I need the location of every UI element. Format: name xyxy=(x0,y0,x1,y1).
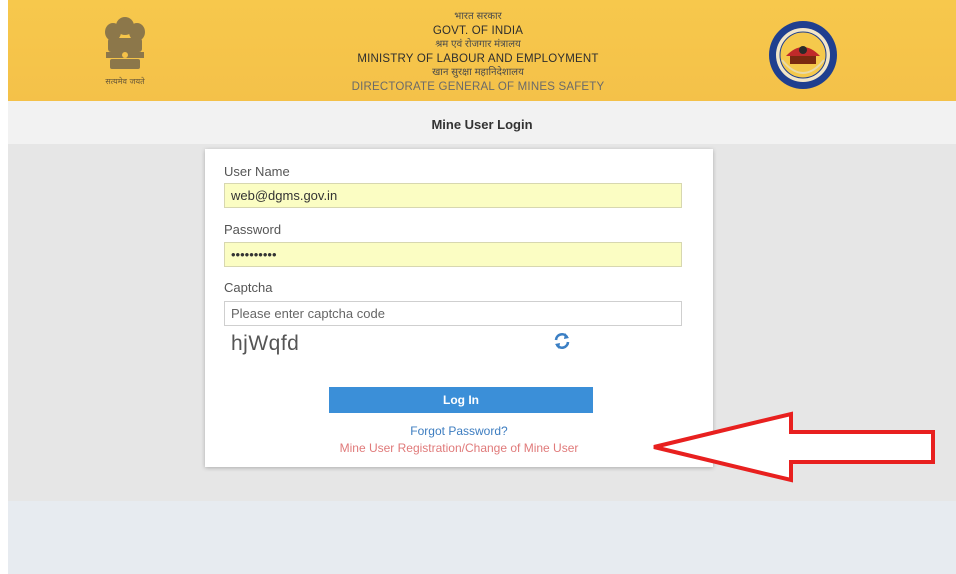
footer-band xyxy=(8,501,956,574)
ministry-heading: भारत सरकार GOVT. OF INDIA श्रम एवं रोजगा… xyxy=(308,10,648,94)
site-header: सत्यमेव जयते भारत सरकार GOVT. OF INDIA श… xyxy=(8,0,956,101)
hindi-line-1: भारत सरकार xyxy=(454,11,502,22)
forgot-password-link[interactable]: Forgot Password? xyxy=(205,424,713,438)
captcha-label: Captcha xyxy=(224,280,273,295)
login-card: User Name Password Captcha hjWqfd Log In… xyxy=(205,149,713,467)
hindi-line-2: श्रम एवं रोजगार मंत्रालय xyxy=(435,39,521,50)
captcha-image: hjWqfd xyxy=(231,332,300,355)
refresh-icon[interactable] xyxy=(553,332,571,350)
directorate-name: DIRECTORATE GENERAL OF MINES SAFETY xyxy=(351,81,605,93)
password-label: Password xyxy=(224,222,282,237)
dgms-seal-icon xyxy=(769,21,837,89)
hindi-line-3: खान सुरक्षा महानिदेशालय xyxy=(432,67,524,78)
username-label: User Name xyxy=(224,164,290,179)
password-input[interactable] xyxy=(224,242,682,267)
page: सत्यमेव जयते भारत सरकार GOVT. OF INDIA श… xyxy=(8,0,956,574)
red-arrow-annotation-icon xyxy=(653,411,935,483)
govt-of-india: GOVT. OF INDIA xyxy=(432,25,524,37)
captcha-input[interactable] xyxy=(224,301,682,326)
page-title: Mine User Login xyxy=(431,117,533,132)
national-emblem-icon: सत्यमेव जयते xyxy=(105,17,145,86)
mine-user-registration-link[interactable]: Mine User Registration/Change of Mine Us… xyxy=(205,441,713,455)
username-input[interactable] xyxy=(224,183,682,208)
title-bar: Mine User Login xyxy=(8,101,956,144)
ministry-name: MINISTRY OF LABOUR AND EMPLOYMENT xyxy=(357,53,599,65)
emblem-caption: सत्यमेव जयते xyxy=(105,76,145,86)
login-button[interactable]: Log In xyxy=(329,387,593,413)
